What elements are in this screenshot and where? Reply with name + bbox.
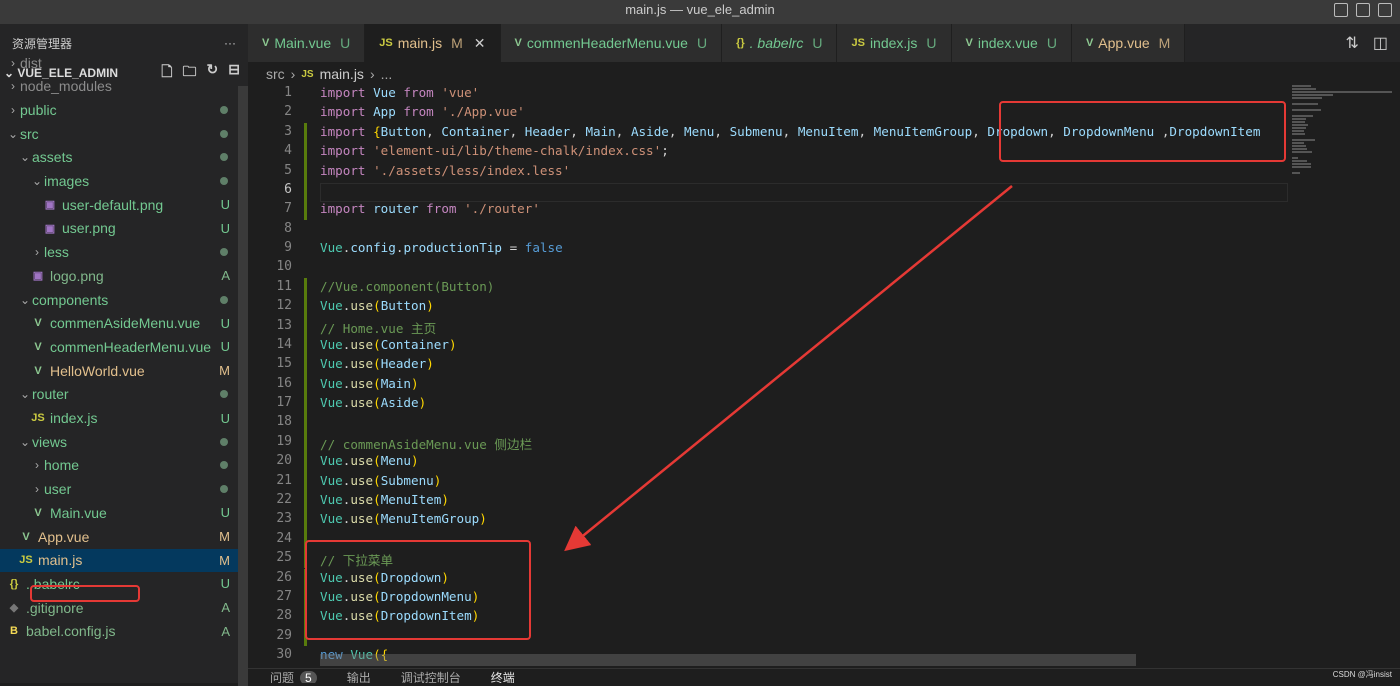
annotation-arrow xyxy=(564,185,1013,552)
